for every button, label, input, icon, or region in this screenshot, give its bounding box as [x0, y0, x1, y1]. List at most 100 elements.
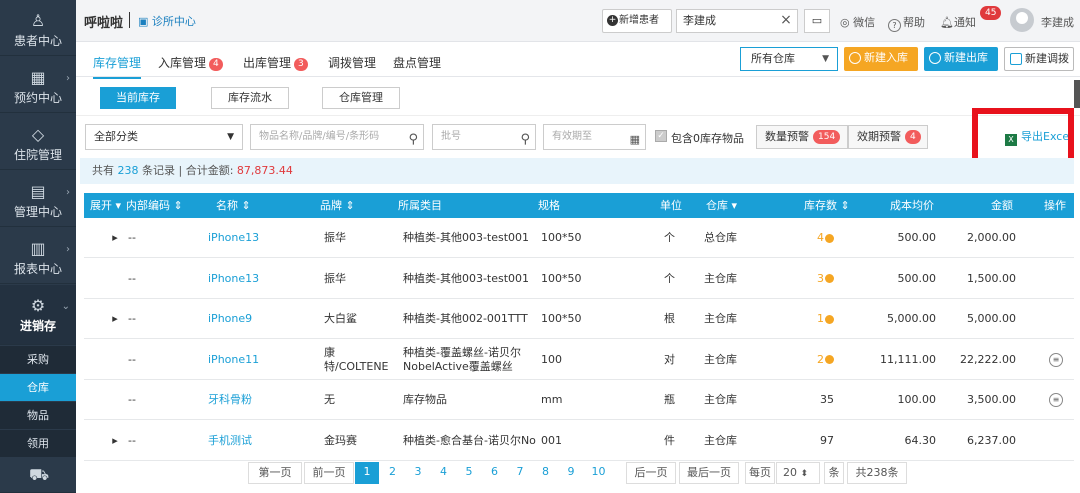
col-stock[interactable]: 库存数 ⇕ — [804, 193, 850, 218]
page-number-button[interactable]: 8 — [534, 462, 558, 484]
new-transfer-label: 新建调拨 — [1025, 52, 1069, 65]
expand-toggle[interactable]: ▸ — [108, 299, 122, 339]
page-number-button[interactable]: 6 — [483, 462, 507, 484]
sidebar-item-reports[interactable]: ▥ › 报表中心 — [0, 228, 76, 284]
last-page-button[interactable]: 最后一页 — [679, 462, 739, 484]
summary-mid: 条记录 | 合计金额: — [142, 164, 234, 177]
category-select[interactable]: 全部分类 ▼ — [85, 124, 243, 150]
expand-toggle[interactable]: ▸ — [108, 421, 122, 461]
new-outbound-button[interactable]: 新建出库 — [924, 47, 998, 71]
close-icon[interactable]: × — [776, 9, 796, 33]
new-transfer-button[interactable]: 新建调拨 — [1004, 47, 1074, 71]
sidebar-item-patients[interactable]: ♙ 患者中心 — [0, 0, 76, 56]
cell-name[interactable]: iPhone9 — [208, 299, 298, 339]
new-patient-button[interactable]: + 新增患者 — [602, 9, 672, 33]
page-number-button[interactable]: 2 — [381, 462, 405, 484]
search-icon[interactable]: ⚲ — [520, 128, 530, 152]
sidebar-sub-items[interactable]: 物品 — [0, 402, 76, 429]
scrollbar-handle[interactable] — [1074, 80, 1080, 108]
page-number-button[interactable]: 4 — [432, 462, 456, 484]
col-warehouse[interactable]: 仓库 ▾ — [706, 193, 737, 218]
sidebar-item-appointments[interactable]: ▦ › 预约中心 — [0, 57, 76, 113]
sidebar-item-cart[interactable]: ⛟ — [0, 458, 76, 493]
cell-name[interactable]: iPhone13 — [208, 218, 298, 258]
page-number-button[interactable]: 5 — [457, 462, 481, 484]
cell-warehouse: 主仓库 — [704, 299, 764, 339]
search-icon[interactable]: ⚲ — [408, 128, 418, 152]
sidebar-item-label: 住院管理 — [13, 148, 62, 162]
expand-toggle[interactable] — [108, 259, 122, 299]
item-search-input[interactable]: 物品名称/品牌/编号/条形码 ⚲ — [250, 124, 424, 150]
col-actions: 操作 — [1044, 199, 1066, 212]
calendar-icon[interactable]: ▦ — [630, 128, 640, 152]
sidebar-item-inpatient[interactable]: ◇ 住院管理 — [0, 114, 76, 170]
detail-icon[interactable]: ≡ — [1049, 352, 1063, 367]
sidebar-item-inventory[interactable]: ⚙ ⌄ 进销存 — [0, 285, 76, 345]
cell-unit: 瓶 — [664, 380, 688, 420]
next-page-button[interactable]: 后一页 — [626, 462, 676, 484]
include-zero-checkbox[interactable]: ✓ — [655, 130, 667, 142]
summary-prefix: 共有 — [92, 164, 114, 177]
expand-toggle[interactable] — [108, 340, 122, 380]
cell-category-text: 种植类-其他003-test001 — [403, 271, 530, 285]
expiry-warning-button[interactable]: 效期预警 4 — [848, 125, 928, 149]
expiry-warning-label: 效期预警 — [857, 130, 901, 143]
sidebar-sub-warehouse[interactable]: 仓库 — [0, 374, 76, 401]
prev-page-button[interactable]: 前一页 — [304, 462, 354, 484]
table-header: 展开 ▾ 内部编码 ⇕ 名称 ⇕ 品牌 ⇕ 所属类目 规格 单位 仓库 ▾ 库存… — [84, 193, 1074, 218]
plus-icon: + — [607, 15, 618, 26]
cell-name[interactable]: iPhone11 — [208, 340, 298, 380]
sidebar-sub-purchase[interactable]: 采购 — [0, 346, 76, 373]
cell-name[interactable]: iPhone13 — [208, 259, 298, 299]
expand-toggle[interactable]: ▸ — [108, 218, 122, 258]
expiry-date-input[interactable]: 有效期至 ▦ — [543, 124, 646, 150]
tab-stocktake[interactable]: 盘点管理 — [393, 54, 441, 71]
page-number-button[interactable]: 9 — [559, 462, 583, 484]
stepper-icon[interactable]: ⬍ — [801, 469, 809, 479]
col-expand[interactable]: 展开 ▾ — [90, 193, 121, 218]
page-number-button[interactable]: 10 — [585, 462, 613, 484]
id-card-icon[interactable]: ▭ — [804, 9, 830, 33]
per-page-stepper[interactable]: 20 ⬍ — [776, 462, 820, 484]
warehouse-select[interactable]: 所有仓库 ▼ — [740, 47, 838, 71]
sidebar-item-management[interactable]: ▤ › 管理中心 — [0, 171, 76, 227]
outbound-icon — [929, 52, 941, 64]
cell-name[interactable]: 牙科骨粉 — [208, 380, 298, 420]
cell-cost-text: 500.00 — [897, 271, 937, 285]
avatar[interactable] — [1010, 8, 1034, 32]
cell-warehouse: 主仓库 — [704, 380, 764, 420]
cell-name[interactable]: 手机测试 — [208, 421, 298, 461]
col-name[interactable]: 名称 ⇕ — [216, 193, 251, 218]
first-page-button[interactable]: 第一页 — [248, 462, 302, 484]
cell-stock-text: 3 — [817, 271, 824, 285]
tab-inbound[interactable]: 入库管理 4 — [158, 54, 223, 71]
clinic-link[interactable]: ▣ 诊所中心 — [138, 13, 196, 29]
subtab-warehouse-manage[interactable]: 仓库管理 — [322, 87, 400, 109]
clinic-link-label: 诊所中心 — [151, 15, 196, 28]
tab-outbound[interactable]: 出库管理 3 — [243, 54, 308, 71]
cell-stock: 35 — [784, 380, 834, 420]
batch-input[interactable]: 批号 ⚲ — [432, 124, 536, 150]
expand-toggle[interactable] — [108, 380, 122, 420]
col-name-label: 名称 — [216, 199, 238, 212]
detail-icon[interactable]: ≡ — [1049, 393, 1063, 408]
subtab-stock-flow[interactable]: 库存流水 — [211, 87, 289, 109]
page-number-button[interactable]: 7 — [508, 462, 532, 484]
new-inbound-button[interactable]: 新建入库 — [844, 47, 918, 71]
cell-amount-text: 2,000.00 — [967, 231, 1016, 244]
qty-warning-badge: 154 — [813, 130, 841, 144]
cell-code: -- — [128, 299, 158, 339]
help-link[interactable]: ? 帮助 — [888, 14, 925, 32]
username[interactable]: 李建成 — [1041, 14, 1074, 30]
page-number-button[interactable]: 1 — [355, 462, 379, 484]
tab-transfer[interactable]: 调拨管理 — [328, 54, 376, 71]
col-code[interactable]: 内部编码 ⇕ — [126, 193, 183, 218]
qty-warning-button[interactable]: 数量预警 154 — [756, 125, 848, 149]
cell-category-text: 种植类-愈合基台-诺贝尔No — [403, 434, 536, 447]
sidebar-sub-requisition[interactable]: 领用 — [0, 430, 76, 457]
wechat-link[interactable]: ◎ 微信 — [840, 14, 875, 30]
page-number-button[interactable]: 3 — [406, 462, 430, 484]
notify-link[interactable]: 🔔︎通知 — [940, 14, 976, 30]
col-brand[interactable]: 品牌 ⇕ — [320, 193, 355, 218]
subtab-current-stock[interactable]: 当前库存 — [100, 87, 176, 109]
